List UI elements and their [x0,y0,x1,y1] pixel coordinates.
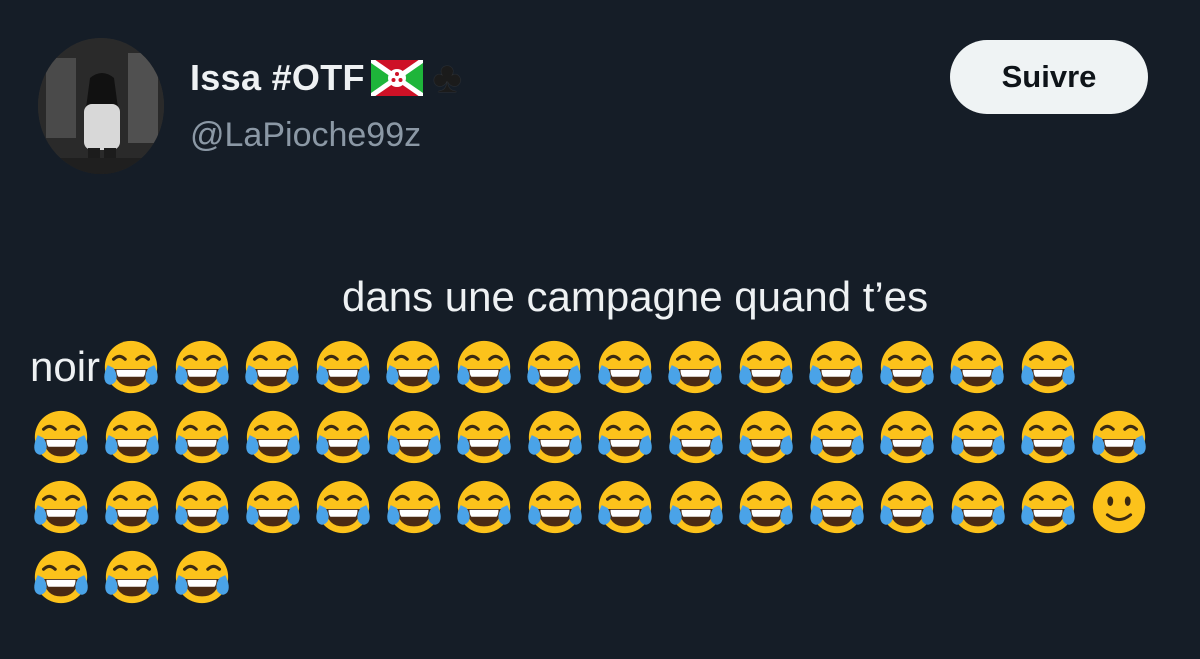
face-with-tears-of-joy-icon [101,476,163,538]
face-with-tears-of-joy-icon [171,406,233,468]
face-with-tears-of-joy-icon [735,406,797,468]
face-with-tears-of-joy-icon [876,406,938,468]
face-with-tears-of-joy-icon [1017,476,1079,538]
tweet-header: Issa #OTF ♣ @LaPioche99z Suivre [0,0,1200,200]
face-with-tears-of-joy-icon [453,476,515,538]
burundi-flag-icon [369,57,425,99]
tweet-line-1: dans une campagne quand t’es [30,262,1180,332]
face-with-tears-of-joy-icon [947,406,1009,468]
face-with-tears-of-joy-icon [524,406,586,468]
face-with-tears-of-joy-icon [312,476,374,538]
emoji-row [30,402,1180,472]
face-with-tears-of-joy-icon [30,406,92,468]
face-with-tears-of-joy-icon [524,476,586,538]
face-with-tears-of-joy-icon [1017,336,1079,398]
face-with-tears-of-joy-icon [101,546,163,608]
face-with-tears-of-joy-icon [594,336,656,398]
face-with-tears-of-joy-icon [947,476,1009,538]
face-with-tears-of-joy-icon [171,476,233,538]
face-with-tears-of-joy-icon [735,476,797,538]
tweet-text-line-2: noir [30,343,101,390]
display-name[interactable]: Issa #OTF [190,57,365,99]
avatar-photo [38,38,164,174]
face-with-tears-of-joy-icon [876,336,938,398]
tweet-text: dans une campagne quand t’es noir [30,262,1180,612]
face-with-tears-of-joy-icon [876,476,938,538]
face-with-tears-of-joy-icon [312,406,374,468]
face-with-tears-of-joy-icon [523,336,585,398]
face-with-tears-of-joy-icon [242,406,304,468]
slightly-smiling-face-icon [1088,476,1150,538]
face-with-tears-of-joy-icon [453,336,515,398]
face-with-tears-of-joy-icon [1017,406,1079,468]
face-with-tears-of-joy-icon [101,406,163,468]
face-with-tears-of-joy-icon [242,476,304,538]
face-with-tears-of-joy-icon [30,476,92,538]
face-with-tears-of-joy-icon [594,406,656,468]
avatar[interactable] [38,38,164,174]
tweet-text-line-1: dans une campagne quand t’es [342,273,929,320]
face-with-tears-of-joy-icon [805,336,867,398]
face-with-tears-of-joy-icon [312,336,374,398]
face-with-tears-of-joy-icon [100,336,162,398]
face-with-tears-of-joy-icon [664,336,726,398]
face-with-tears-of-joy-icon [453,406,515,468]
face-with-tears-of-joy-icon [383,476,445,538]
face-with-tears-of-joy-icon [806,406,868,468]
tweet-line-2: noir [30,332,1180,402]
face-with-tears-of-joy-icon [383,406,445,468]
club-suit-icon: ♣ [432,53,462,102]
face-with-tears-of-joy-icon [665,406,727,468]
emoji-row [30,472,1180,542]
face-with-tears-of-joy-icon [382,336,444,398]
face-with-tears-of-joy-icon [735,336,797,398]
user-handle[interactable]: @LaPioche99z [190,116,421,155]
emoji-row [30,542,1180,612]
face-with-tears-of-joy-icon [594,476,656,538]
face-with-tears-of-joy-icon [241,336,303,398]
name-row: Issa #OTF ♣ [190,56,462,100]
face-with-tears-of-joy-icon [171,546,233,608]
face-with-tears-of-joy-icon [1088,406,1150,468]
follow-button[interactable]: Suivre [950,40,1148,114]
face-with-tears-of-joy-icon [665,476,727,538]
face-with-tears-of-joy-icon [30,546,92,608]
face-with-tears-of-joy-icon [946,336,1008,398]
face-with-tears-of-joy-icon [171,336,233,398]
face-with-tears-of-joy-icon [806,476,868,538]
